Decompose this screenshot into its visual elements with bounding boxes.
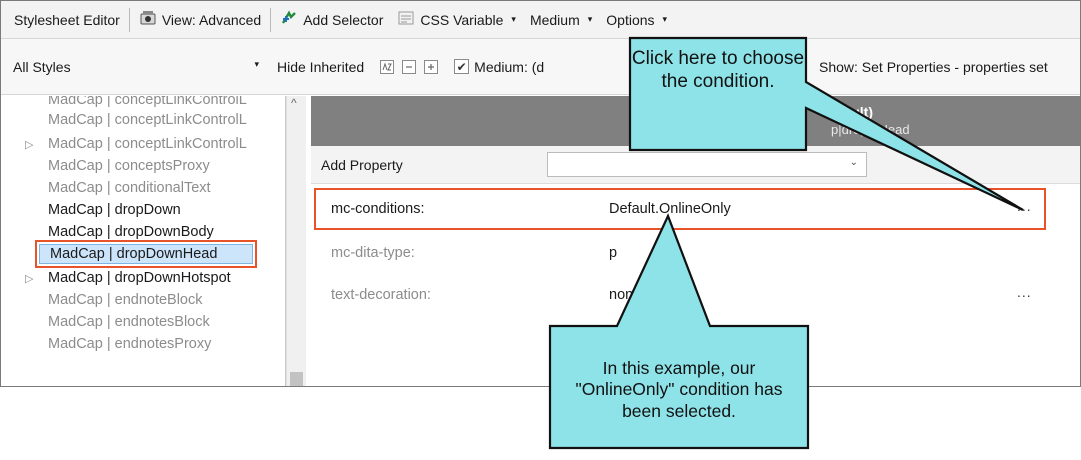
- checkbox-checked-icon: ✔: [454, 59, 470, 74]
- style-list: MadCap | conceptLinkControlL MadCap | con…: [1, 96, 286, 386]
- medium-menu[interactable]: Medium ▾: [523, 7, 599, 33]
- medium-checkbox[interactable]: ✔ Medium: (d: [446, 59, 552, 75]
- chevron-down-icon: ▾: [254, 58, 259, 69]
- style-item[interactable]: MadCap | dropDownBody: [48, 222, 214, 242]
- filter-toolbar: All Styles ▾ Hide Inherited ✔ Medium: (d…: [1, 39, 1080, 95]
- style-item[interactable]: MadCap | endnoteBlock: [48, 290, 203, 310]
- view-eye-icon: [139, 9, 157, 30]
- main-toolbar: Stylesheet Editor View: Advanced Add Sel…: [1, 1, 1080, 39]
- chevron-down-icon: ▾: [587, 14, 593, 24]
- style-item[interactable]: MadCap | dropDown: [48, 200, 181, 220]
- view-mode-button[interactable]: View: Advanced: [132, 7, 268, 33]
- options-menu[interactable]: Options ▾: [599, 7, 674, 33]
- add-selector-button[interactable]: Add Selector: [273, 7, 390, 33]
- property-row[interactable]: text-decoration: none...: [311, 276, 1080, 316]
- sort-az-icon[interactable]: [380, 59, 395, 74]
- tree-tools: [372, 59, 446, 74]
- style-list-scrollbar[interactable]: ^: [286, 96, 306, 386]
- selector-name-label: p|dropd Head: [831, 122, 910, 137]
- chevron-down-icon: ⌄: [849, 157, 858, 168]
- style-filter-dropdown[interactable]: All Styles ▾: [1, 59, 269, 75]
- property-ellipsis-button[interactable]: ...: [1017, 284, 1032, 300]
- style-item[interactable]: MadCap | conditionalText: [48, 178, 211, 198]
- style-item[interactable]: MadCap | endnotesProxy: [48, 334, 211, 354]
- hide-inherited-button[interactable]: Hide Inherited: [269, 59, 372, 75]
- style-item[interactable]: MadCap | dropDownHead: [39, 244, 253, 264]
- style-item[interactable]: MadCap | conceptLinkControlL: [48, 134, 247, 154]
- selected-style-highlight: MadCap | dropDownHead: [35, 240, 257, 268]
- expand-arrow-icon[interactable]: ▷: [25, 138, 33, 151]
- property-row[interactable]: mc-dita-type: p: [311, 234, 1080, 274]
- chevron-down-icon: ▾: [511, 14, 516, 24]
- property-name: text-decoration:: [331, 287, 431, 303]
- chevron-down-icon: ▾: [662, 14, 668, 24]
- style-item[interactable]: MadCap | dropDownHotspot: [48, 268, 231, 288]
- stylesheet-editor-window: Stylesheet Editor View: Advanced Add Sel…: [0, 0, 1081, 387]
- add-property-row: Add Property ⌄: [311, 146, 1080, 184]
- show-filter-dropdown[interactable]: Show: Set Properties - properties set: [811, 59, 1056, 75]
- callout-top-text: Click here to choose the condition.: [631, 48, 805, 93]
- style-item[interactable]: MadCap | conceptLinkControlL: [48, 110, 247, 130]
- css-variable-menu[interactable]: CSS Variable ▾: [390, 7, 523, 33]
- style-item[interactable]: MadCap | conceptsProxy: [48, 156, 210, 176]
- toolbar-divider: [270, 7, 272, 32]
- editor-title: Stylesheet Editor: [14, 11, 120, 28]
- css-variable-icon: [397, 9, 415, 30]
- collapse-all-icon[interactable]: [402, 59, 417, 74]
- toolbar-divider: [128, 7, 130, 32]
- add-selector-icon: [280, 9, 298, 30]
- highlight-mc-conditions: [314, 188, 1046, 230]
- selector-header: efault) p|dropd Head: [311, 96, 1080, 146]
- scroll-thumb[interactable]: [290, 372, 303, 386]
- expand-all-icon[interactable]: [424, 59, 439, 74]
- scroll-up-icon[interactable]: ^: [291, 96, 297, 110]
- callout-bottom-text: In this example, our "OnlineOnly" condit…: [575, 358, 783, 421]
- property-value[interactable]: none: [609, 287, 641, 303]
- expand-arrow-icon[interactable]: ▷: [25, 272, 33, 285]
- style-item[interactable]: MadCap | conceptLinkControlL: [48, 96, 247, 110]
- selector-medium-label: efault): [831, 104, 873, 120]
- property-value[interactable]: p: [609, 245, 617, 261]
- property-name: mc-dita-type:: [331, 245, 415, 261]
- add-property-dropdown[interactable]: ⌄: [547, 152, 867, 177]
- add-property-label: Add Property: [321, 157, 403, 173]
- style-item[interactable]: MadCap | endnotesBlock: [48, 312, 210, 332]
